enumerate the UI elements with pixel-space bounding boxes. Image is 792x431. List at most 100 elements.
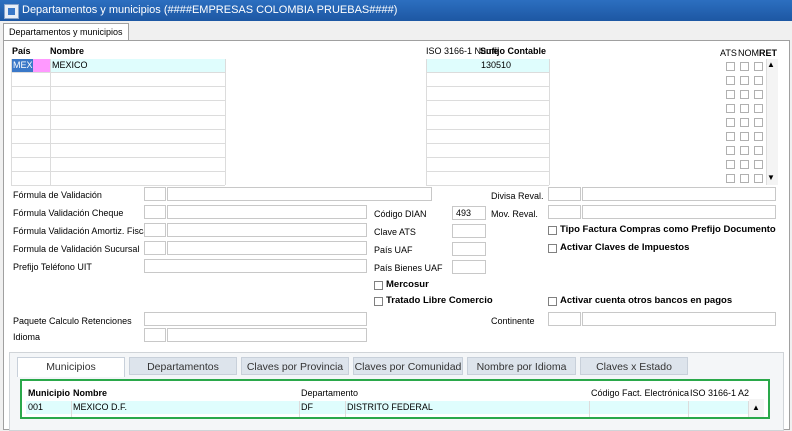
muni-header-iso[interactable]: ISO 3166-1 A2 xyxy=(690,388,749,398)
formula-sucursal-field[interactable] xyxy=(167,241,367,255)
scroll-down-icon[interactable]: ▼ xyxy=(767,173,775,182)
formula-validacion-field[interactable] xyxy=(167,187,432,201)
mercosur-checkbox[interactable] xyxy=(374,281,383,290)
nom-checkbox[interactable] xyxy=(740,146,749,155)
col-header-ret[interactable]: RET xyxy=(759,48,777,58)
paquete-calculo-field[interactable] xyxy=(144,312,367,326)
grid-line xyxy=(345,401,346,417)
formula-validacion-code-field[interactable] xyxy=(144,187,166,201)
divisa-reval-code-field[interactable] xyxy=(548,187,581,201)
row-sufijo-value[interactable]: 130510 xyxy=(481,60,511,70)
nom-checkbox[interactable] xyxy=(740,104,749,113)
ats-checkbox[interactable] xyxy=(726,76,735,85)
tab-claves-comunidad[interactable]: Claves por Comunidad xyxy=(353,357,463,375)
muni-header-codigo-fact[interactable]: Código Fact. Electrónica xyxy=(591,388,689,398)
tratado-checkbox[interactable] xyxy=(374,297,383,306)
label-codigo-dian: Código DIAN xyxy=(374,209,427,219)
muni-row-dep-name[interactable]: DISTRITO FEDERAL xyxy=(347,402,433,412)
muni-header-municipio[interactable]: Municipio xyxy=(28,388,70,398)
ats-checkbox[interactable] xyxy=(726,132,735,141)
continente-code-field[interactable] xyxy=(548,312,581,326)
divisa-reval-field[interactable] xyxy=(582,187,776,201)
idioma-code-field[interactable] xyxy=(144,328,166,342)
nom-checkbox[interactable] xyxy=(740,76,749,85)
ret-checkbox[interactable] xyxy=(754,132,763,141)
codigo-dian-value[interactable]: 493 xyxy=(456,208,471,218)
nom-checkbox[interactable] xyxy=(740,174,749,183)
grid-line xyxy=(11,171,225,172)
tab-claves-estado[interactable]: Claves x Estado xyxy=(580,357,688,375)
col-header-pais[interactable]: País xyxy=(12,46,31,56)
pais-bienes-uaf-field[interactable] xyxy=(452,260,486,274)
grid-line xyxy=(11,72,225,73)
ret-checkbox[interactable] xyxy=(754,160,763,169)
col-header-sufijo[interactable]: Sufijo Contable xyxy=(480,46,546,56)
tab-departamentos[interactable]: Departamentos xyxy=(129,357,237,375)
formula-amortiz-field[interactable] xyxy=(167,223,367,237)
ret-checkbox[interactable] xyxy=(754,62,763,71)
label-formula-amortiz: Fórmula Validación Amortiz. Fiscal xyxy=(13,226,151,236)
scroll-up-icon[interactable]: ▲ xyxy=(767,60,775,69)
mov-reval-field[interactable] xyxy=(582,205,776,219)
formula-amortiz-code-field[interactable] xyxy=(144,223,166,237)
muni-header-departamento[interactable]: Departamento xyxy=(301,388,358,398)
mercosur-label: Mercosur xyxy=(386,279,429,290)
muni-row-dep-code[interactable]: DF xyxy=(301,402,313,412)
row-nombre-value[interactable]: MEXICO xyxy=(52,60,88,70)
ats-checkbox[interactable] xyxy=(726,104,735,113)
prefijo-telefono-field[interactable] xyxy=(144,259,367,273)
formula-cheque-code-field[interactable] xyxy=(144,205,166,219)
formula-cheque-field[interactable] xyxy=(167,205,367,219)
muni-scroll-up-icon[interactable]: ▲ xyxy=(752,403,760,412)
ats-checkbox[interactable] xyxy=(726,160,735,169)
grid-line xyxy=(549,59,550,185)
tab-nombre-idioma[interactable]: Nombre por Idioma xyxy=(467,357,576,375)
nom-checkbox[interactable] xyxy=(740,90,749,99)
grid-line xyxy=(426,185,549,186)
activar-claves-checkbox[interactable] xyxy=(548,244,557,253)
idioma-field[interactable] xyxy=(167,328,367,342)
ret-checkbox[interactable] xyxy=(754,146,763,155)
nom-checkbox[interactable] xyxy=(740,118,749,127)
label-mov-reval: Mov. Reval. xyxy=(491,209,538,219)
activar-cuenta-checkbox[interactable] xyxy=(548,297,557,306)
tab-municipios[interactable]: Municipios xyxy=(17,357,125,377)
label-formula-sucursal: Formula de Validación Sucursal xyxy=(13,244,140,254)
muni-row-municipio[interactable]: 001 xyxy=(28,402,43,412)
pais-uaf-field[interactable] xyxy=(452,242,486,256)
ats-checkbox[interactable] xyxy=(726,62,735,71)
nom-checkbox[interactable] xyxy=(740,132,749,141)
label-idioma: Idioma xyxy=(13,332,41,342)
col-header-nombre[interactable]: Nombre xyxy=(50,46,84,56)
ret-checkbox[interactable] xyxy=(754,76,763,85)
ats-checkbox[interactable] xyxy=(726,146,735,155)
grid-line xyxy=(11,59,12,185)
codigo-dian-field[interactable]: 493 xyxy=(452,206,486,220)
tipo-factura-checkbox[interactable] xyxy=(548,226,557,235)
ret-checkbox[interactable] xyxy=(754,90,763,99)
grid-line xyxy=(11,100,225,101)
muni-header-nombre[interactable]: Nombre xyxy=(73,388,107,398)
col-header-ats[interactable]: ATS xyxy=(720,48,737,58)
label-pais-bienes-uaf: País Bienes UAF xyxy=(374,263,443,273)
mov-reval-code-field[interactable] xyxy=(548,205,581,219)
tab-departamentos-municipios[interactable]: Departamentos y municipios xyxy=(3,23,129,40)
ats-checkbox[interactable] xyxy=(726,174,735,183)
ats-checkbox[interactable] xyxy=(726,90,735,99)
municipios-grid: Municipio Nombre Departamento Código Fac… xyxy=(20,379,770,419)
nom-checkbox[interactable] xyxy=(740,160,749,169)
ret-checkbox[interactable] xyxy=(754,174,763,183)
grid-scrollbar[interactable] xyxy=(766,59,778,185)
ret-checkbox[interactable] xyxy=(754,104,763,113)
clave-ats-field[interactable] xyxy=(452,224,486,238)
activar-claves-label: Activar Claves de Impuestos xyxy=(560,242,690,253)
ats-checkbox[interactable] xyxy=(726,118,735,127)
col-header-nom[interactable]: NOM. xyxy=(738,48,762,58)
tab-claves-provincia[interactable]: Claves por Provincia xyxy=(241,357,349,375)
ret-checkbox[interactable] xyxy=(754,118,763,127)
continente-field[interactable] xyxy=(582,312,776,326)
muni-row-nombre[interactable]: MEXICO D.F. xyxy=(73,402,127,412)
formula-sucursal-code-field[interactable] xyxy=(144,241,166,255)
nom-checkbox[interactable] xyxy=(740,62,749,71)
row-pais-value[interactable]: MEX xyxy=(13,60,33,70)
